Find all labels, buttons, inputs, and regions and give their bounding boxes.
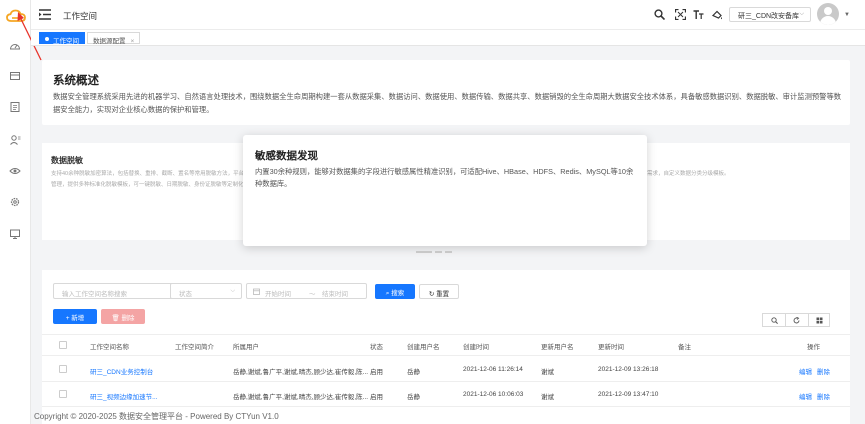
table-cell: 岳静,谢斌,鲁广平,谢斌,晴杰,顾少达,崔传毅,陈... [233, 394, 369, 401]
carousel-dot[interactable] [435, 251, 442, 253]
refresh-icon[interactable] [793, 317, 800, 324]
active-dot-icon [45, 37, 49, 41]
range-separator: ～ [309, 291, 316, 298]
chevron-down-icon: ⌵ [799, 11, 804, 17]
select-all-checkbox[interactable] [59, 341, 67, 349]
carousel-dot[interactable] [416, 251, 432, 253]
carousel-dot[interactable] [445, 251, 452, 253]
close-icon[interactable]: × [131, 38, 135, 45]
workspace-table-panel: 输入工作空间名称搜索 状态 ⌵ 开始时间 ～ 结束时间 ⌕ 搜索 ↻ 重置 + … [42, 270, 850, 424]
user-select-value: 研三_CDN改安备库 [738, 13, 800, 20]
search-button[interactable]: ⌕ 搜索 [375, 284, 415, 299]
tab-bar: 工作空间 数据源配置 × [31, 30, 865, 46]
delete-button-label: 删除 [121, 315, 135, 322]
row-checkbox[interactable] [59, 390, 67, 398]
plus-icon: + [65, 315, 70, 322]
table-cell: 启用 [370, 394, 383, 401]
carousel-right-desc: 需求，自定义数据分类分级模板。 [647, 171, 730, 177]
column-header: 状态 [370, 344, 383, 351]
workspace-name-link[interactable]: 研三_CDN业务控制台 [90, 366, 153, 376]
search-icon[interactable] [654, 9, 665, 20]
reset-button-label: 重置 [436, 291, 450, 298]
reset-button[interactable]: ↻ 重置 [419, 284, 459, 299]
tab-workspace[interactable]: 工作空间 [39, 32, 85, 45]
column-header: 创建用户名 [407, 344, 440, 351]
carousel-left-desc: 支持40余种脱敏加密算法，包括替换、重排、截断、置名等常用脱敏方法，平台化管理，… [51, 171, 250, 188]
overview-title: 系统概述 [53, 75, 99, 87]
cloud-logo-icon[interactable] [6, 9, 26, 23]
column-header: 工作空间简介 [175, 344, 214, 351]
column-header: 工作空间名称 [90, 344, 129, 351]
row-checkbox[interactable] [59, 365, 67, 373]
carousel-active-card[interactable]: 敏感数据发现 内置30余种规则，能够对数据集的字段进行敏感属性精准识别，可适配H… [243, 135, 647, 246]
search-icon: ⌕ [385, 290, 390, 297]
document-icon[interactable] [9, 101, 21, 113]
system-overview-card: 系统概述 数据安全管理系统采用先进的机器学习、自然语言处理技术，围绕数据全生命周… [42, 60, 850, 125]
sidebar [0, 0, 31, 424]
fullscreen-icon[interactable] [675, 9, 686, 20]
active-card-desc: 内置30余种规则，能够对数据集的字段进行敏感属性精准识别，可适配Hive、HBa… [255, 167, 634, 188]
gear-icon[interactable] [9, 196, 21, 208]
search-placeholder: 输入工作空间名称搜索 [62, 291, 127, 298]
font-size-icon[interactable] [693, 9, 704, 20]
table-cell: 2021-12-06 11:26:14 [463, 366, 523, 373]
delete-link[interactable]: 删除 [817, 366, 830, 376]
start-time-placeholder: 开始时间 [265, 291, 291, 298]
theme-icon[interactable] [712, 9, 723, 20]
table-cell: 岳静 [407, 369, 420, 376]
table-cell: 2021-12-06 10:06:03 [463, 391, 524, 398]
column-header: 更新时间 [598, 344, 624, 351]
refresh-icon: ↻ [428, 291, 435, 298]
add-button-label: 新增 [71, 315, 85, 322]
trash-icon: 🗑 [111, 315, 120, 322]
delete-button[interactable]: 🗑 删除 [101, 309, 145, 324]
table-toolbar [762, 313, 830, 327]
dashboard-icon[interactable] [9, 40, 21, 52]
caret-down-icon[interactable]: ▼ [844, 12, 850, 18]
search-button-label: 搜索 [391, 290, 405, 297]
carousel-left-title: 数据脱敏 [51, 156, 83, 165]
tab-label: 工作空间 [53, 38, 79, 45]
tab-datasource-config[interactable]: 数据源配置 × [87, 32, 141, 45]
eye-icon[interactable] [9, 165, 21, 177]
menu-toggle-icon[interactable] [39, 9, 51, 20]
status-select[interactable]: 状态 ⌵ [170, 283, 242, 299]
copyright-footer: Copyright © 2020-2025 数据安全管理平台 - Powered… [34, 412, 279, 421]
columns-icon[interactable] [816, 317, 823, 324]
active-card-title: 敏感数据发现 [255, 150, 318, 162]
column-header: 备注 [678, 344, 691, 351]
table-cell: 2021-12-09 13:47:10 [598, 391, 659, 398]
table-cell: 岳静,谢斌,鲁广平,谢斌,晴杰,顾少达,崔传毅,陈... [233, 369, 369, 376]
table-cell: 谢斌 [541, 369, 554, 376]
search-input[interactable]: 输入工作空间名称搜索 [53, 283, 176, 299]
edit-link[interactable]: 编辑 [799, 366, 812, 376]
column-header: 更新用户名 [541, 344, 574, 351]
box-icon[interactable] [9, 70, 21, 82]
table-cell: 谢斌 [541, 394, 554, 401]
tab-label: 数据源配置 [93, 38, 126, 45]
table-cell: 岳静 [407, 394, 420, 401]
avatar[interactable] [817, 3, 839, 25]
chevron-down-icon: ⌵ [230, 288, 235, 294]
status-placeholder: 状态 [179, 291, 192, 298]
date-range-picker[interactable]: 开始时间 ～ 结束时间 [246, 283, 367, 299]
workspace-name-link[interactable]: 研三_视频边缘加速节... [90, 391, 158, 401]
column-header: 操作 [807, 344, 820, 351]
column-header: 创建时间 [463, 344, 489, 351]
edit-link[interactable]: 编辑 [799, 391, 812, 401]
end-time-placeholder: 结束时间 [322, 291, 348, 298]
delete-link[interactable]: 删除 [817, 391, 830, 401]
page-title: 工作空间 [63, 11, 98, 21]
overview-description: 数据安全管理系统采用先进的机器学习、自然语言处理技术，围绕数据全生命周期构建一套… [53, 92, 842, 114]
top-header: 工作空间 研三_CDN改安备库 ⌵ ▼ [31, 0, 865, 30]
calendar-icon [253, 288, 260, 295]
table-cell: 2021-12-09 13:26:18 [598, 366, 659, 373]
column-header: 所属用户 [233, 344, 259, 351]
add-button[interactable]: + 新增 [53, 309, 97, 324]
monitor-icon[interactable] [9, 228, 21, 240]
search-icon[interactable] [771, 317, 778, 324]
workspace-user-select[interactable]: 研三_CDN改安备库 ⌵ [729, 7, 811, 22]
user-settings-icon[interactable] [9, 134, 21, 146]
table-cell: 启用 [370, 369, 383, 376]
